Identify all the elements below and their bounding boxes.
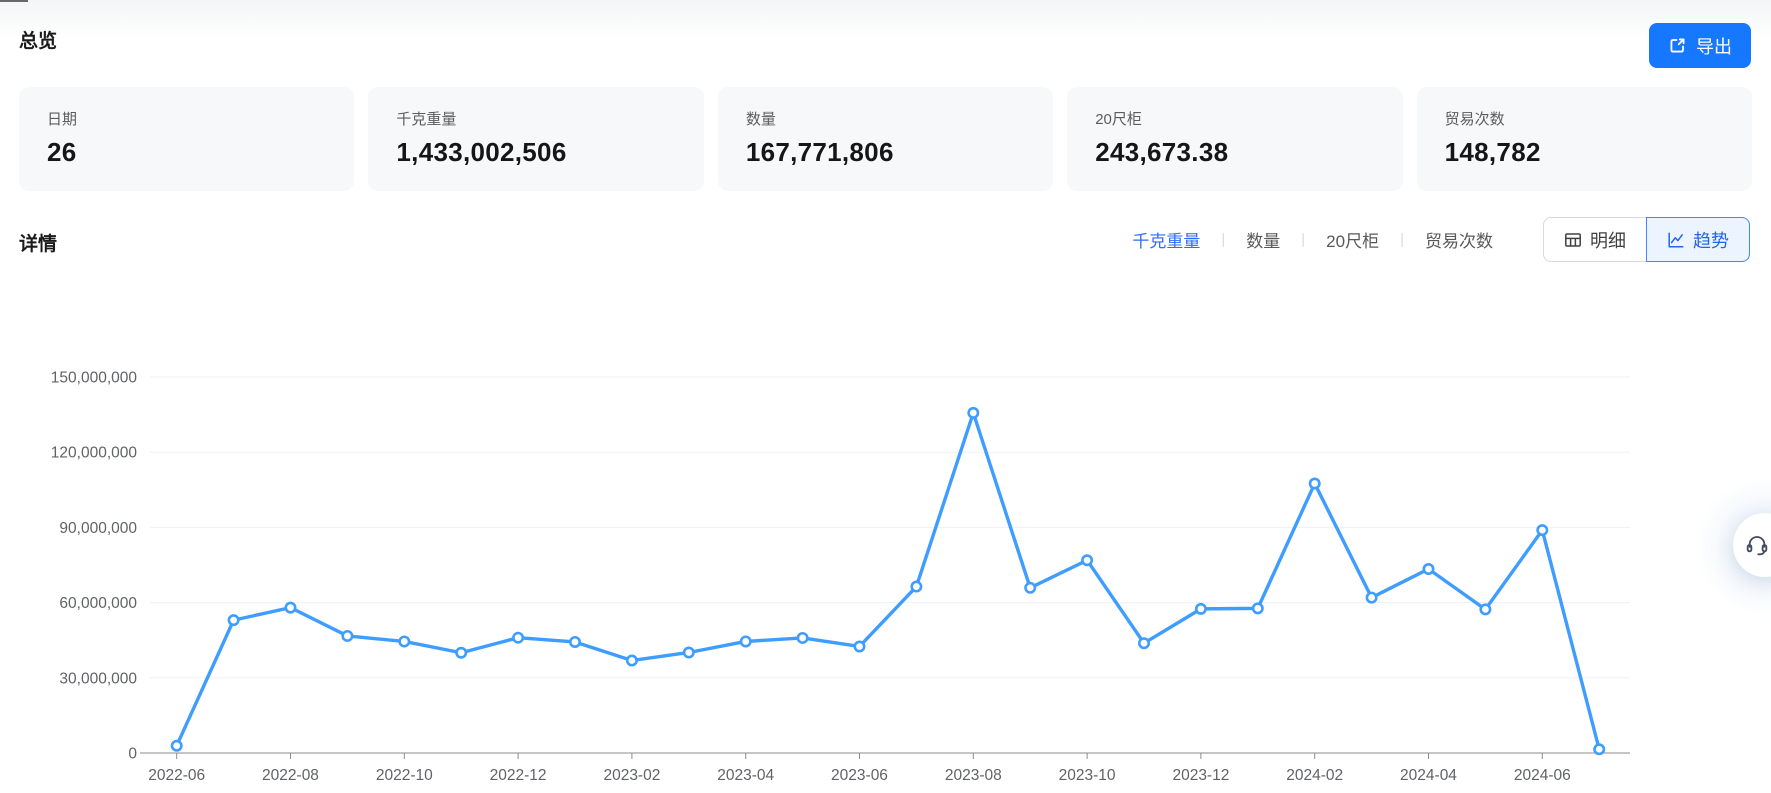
chart-point[interactable] — [570, 637, 579, 646]
tab-divider: | — [1301, 231, 1305, 248]
tab-divider: | — [1221, 231, 1225, 248]
y-axis-label: 60,000,000 — [59, 595, 137, 612]
stat-card: 日期 26 — [19, 87, 354, 191]
window-edge-mark — [0, 0, 28, 2]
x-axis-label: 2023-08 — [945, 767, 1002, 784]
stat-card-value: 26 — [47, 139, 326, 165]
chart-point[interactable] — [1139, 639, 1148, 648]
trend-chart[interactable]: 150,000,000 120,000,000 90,000,000 60,000,0… — [0, 273, 1771, 793]
details-title: 详情 — [19, 229, 57, 256]
view-toggle-detail[interactable]: 明细 — [1543, 217, 1647, 262]
chart-point[interactable] — [513, 633, 522, 642]
view-toggle-active-trend[interactable]: 趋势 — [1646, 217, 1750, 262]
y-axis-label: 90,000,000 — [59, 520, 137, 537]
y-axis-label: 0 — [128, 746, 137, 763]
metric-tab-4[interactable]: 贸易次数 — [1425, 227, 1493, 252]
chart-point[interactable] — [627, 656, 636, 665]
metric-tab-3[interactable]: 20尺柜 — [1326, 227, 1379, 252]
export-button-label: 导出 — [1696, 33, 1732, 59]
stat-card-label: 日期 — [47, 112, 326, 127]
stat-card: 千克重量 1,433,002,506 — [368, 87, 703, 191]
chart-point[interactable] — [229, 615, 238, 624]
chart-point[interactable] — [1481, 605, 1490, 614]
chart-point[interactable] — [1196, 604, 1205, 613]
x-axis-label: 2022-08 — [262, 767, 319, 784]
stat-card-value: 1,433,002,506 — [396, 139, 675, 165]
x-axis-label: 2023-02 — [603, 767, 660, 784]
y-axis-label: 30,000,000 — [59, 670, 137, 687]
chart-point[interactable] — [1026, 583, 1035, 592]
view-toggle: 明细 趋势 — [1543, 217, 1750, 262]
chart-point[interactable] — [855, 642, 864, 651]
x-axis-label: 2022-10 — [376, 767, 433, 784]
chart-point[interactable] — [1310, 479, 1319, 488]
stat-card: 贸易次数 148,782 — [1417, 87, 1752, 191]
chart-point[interactable] — [172, 741, 181, 750]
x-axis-label: 2022-06 — [148, 767, 205, 784]
external-link-icon — [1668, 36, 1687, 55]
x-axis-label: 2023-04 — [717, 767, 774, 784]
metric-tabs: 千克重量 | 数量 | 20尺柜 | 贸易次数 — [1132, 227, 1493, 252]
chart-point[interactable] — [1253, 604, 1262, 613]
stat-card-label: 贸易次数 — [1445, 112, 1724, 127]
stat-card: 20尺柜 243,673.38 — [1067, 87, 1402, 191]
view-toggle-label: 趋势 — [1693, 227, 1729, 253]
chart-point[interactable] — [457, 648, 466, 657]
details-controls: 千克重量 | 数量 | 20尺柜 | 贸易次数 明细 趋势 — [1132, 217, 1750, 262]
chart-point[interactable] — [684, 648, 693, 657]
trend-icon — [1667, 231, 1685, 249]
page-title: 总览 — [19, 26, 57, 53]
x-axis-label: 2023-12 — [1172, 767, 1229, 784]
stat-card-value: 148,782 — [1445, 139, 1724, 165]
chart-point[interactable] — [343, 631, 352, 640]
y-axis-label: 150,000,000 — [51, 370, 138, 387]
x-axis-label: 2024-02 — [1286, 767, 1343, 784]
stat-card: 数量 167,771,806 — [718, 87, 1053, 191]
x-axis-label: 2022-12 — [490, 767, 547, 784]
chart-point[interactable] — [1595, 745, 1604, 754]
trend-line — [177, 413, 1600, 749]
x-axis-label: 2023-06 — [831, 767, 888, 784]
stat-card-label: 数量 — [746, 112, 1025, 127]
chart-point[interactable] — [741, 637, 750, 646]
top-gradient — [0, 0, 1771, 42]
table-icon — [1564, 231, 1582, 249]
chart-point[interactable] — [969, 408, 978, 417]
chart-point[interactable] — [798, 633, 807, 642]
stat-card-label: 千克重量 — [396, 112, 675, 127]
stat-card-label: 20尺柜 — [1095, 112, 1374, 127]
y-axis-label: 120,000,000 — [51, 445, 138, 462]
chart-point[interactable] — [912, 582, 921, 591]
x-axis-label: 2024-04 — [1400, 767, 1457, 784]
metric-tab-2[interactable]: 数量 — [1246, 227, 1280, 252]
stat-card-value: 167,771,806 — [746, 139, 1025, 165]
chart-point[interactable] — [1538, 525, 1547, 534]
trend-chart-area[interactable]: 150,000,000 120,000,000 90,000,000 60,000,0… — [0, 273, 1771, 793]
metric-tab-1[interactable]: 千克重量 — [1132, 227, 1200, 252]
x-axis-label: 2024-06 — [1514, 767, 1571, 784]
export-button[interactable]: 导出 — [1649, 23, 1751, 68]
view-toggle-label: 明细 — [1590, 227, 1626, 253]
stat-card-value: 243,673.38 — [1095, 139, 1374, 165]
chart-point[interactable] — [1082, 556, 1091, 565]
headset-icon — [1733, 532, 1770, 558]
x-axis-label: 2023-10 — [1059, 767, 1116, 784]
chart-point[interactable] — [1424, 564, 1433, 573]
chart-point[interactable] — [1367, 593, 1376, 602]
page: 总览 导出 日期 26 千克重量 1,433,002,506 数量 167,771,806… — [0, 0, 1771, 793]
stats-row: 日期 26 千克重量 1,433,002,506 数量 167,771,806 20尺柜 24… — [19, 87, 1752, 191]
tab-divider: | — [1400, 231, 1404, 248]
chart-point[interactable] — [400, 637, 409, 646]
chart-point[interactable] — [286, 603, 295, 612]
